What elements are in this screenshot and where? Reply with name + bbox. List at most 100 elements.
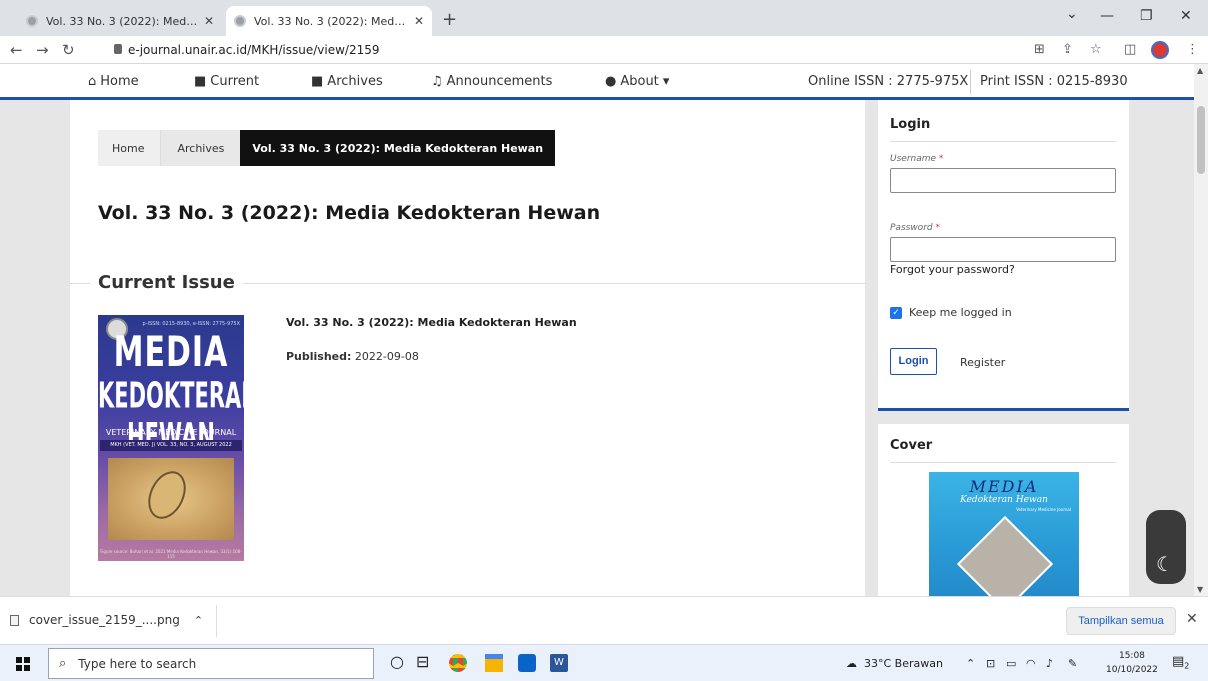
windows-taskbar: ⌕ Type here to search ○ ⊟ W ☁ 33°C Beraw… bbox=[0, 644, 1208, 681]
published-date: Published: 2022-09-08 bbox=[286, 350, 419, 363]
weather-text[interactable]: 33°C Berawan bbox=[864, 657, 943, 670]
close-tab-icon[interactable]: ✕ bbox=[414, 14, 424, 28]
dark-mode-toggle[interactable]: ☾ bbox=[1146, 510, 1186, 584]
nav-archives[interactable]: ■ Archives bbox=[311, 74, 383, 89]
cover-title: MEDIA bbox=[113, 328, 229, 377]
issn-divider bbox=[970, 70, 971, 94]
issue-link[interactable]: Vol. 33 No. 3 (2022): Media Kedokteran H… bbox=[286, 316, 577, 329]
cover-heading: Cover bbox=[890, 438, 933, 453]
side-panel-icon[interactable]: ◫ bbox=[1124, 42, 1136, 57]
page-title: Vol. 33 No. 3 (2022): Media Kedokteran H… bbox=[98, 202, 601, 224]
close-tab-icon[interactable]: ✕ bbox=[204, 14, 214, 28]
chrome-icon[interactable] bbox=[449, 654, 467, 672]
bookmark-star-icon[interactable]: ☆ bbox=[1090, 42, 1102, 57]
taskbar-search[interactable]: ⌕ Type here to search bbox=[48, 648, 374, 679]
word-icon[interactable]: W bbox=[550, 654, 568, 672]
download-filename: cover_issue_2159_....png bbox=[29, 613, 180, 627]
issue-cover-image[interactable]: p-ISSN: 0215-8930, e-ISSN: 2775-975X MED… bbox=[98, 315, 244, 561]
moon-icon: ☾ bbox=[1156, 552, 1174, 576]
chevron-up-icon[interactable]: ⌃ bbox=[194, 614, 203, 627]
breadcrumb-current: Vol. 33 No. 3 (2022): Media Kedokteran H… bbox=[240, 130, 556, 166]
sidebar-cover-title: MEDIA bbox=[969, 477, 1039, 496]
download-item[interactable]: cover_issue_2159_....png ⌃ bbox=[10, 613, 203, 627]
cortana-icon[interactable]: ○ bbox=[390, 652, 408, 671]
system-clock[interactable]: 15:08 10/10/2022 bbox=[1106, 649, 1158, 677]
volume-icon[interactable]: ♪ bbox=[1046, 657, 1053, 670]
task-view-icon[interactable]: ⊟ bbox=[416, 652, 434, 671]
online-issn: Online ISSN : 2775-975X bbox=[808, 74, 969, 89]
share-icon[interactable]: ⇪ bbox=[1062, 42, 1073, 57]
weather-icon[interactable]: ☁ bbox=[846, 657, 857, 670]
reload-icon[interactable]: ↻ bbox=[62, 41, 75, 59]
book-icon: ■ bbox=[194, 74, 207, 89]
tray-chevron-icon[interactable]: ⌃ bbox=[966, 657, 975, 670]
new-tab-icon[interactable]: + bbox=[442, 9, 457, 30]
register-link[interactable]: Register bbox=[960, 356, 1005, 369]
file-explorer-icon[interactable] bbox=[485, 654, 503, 672]
close-download-bar-icon[interactable]: ✕ bbox=[1186, 611, 1198, 627]
cover-tagline: VETERINARY MEDICINE JOURNAL bbox=[105, 428, 237, 437]
lock-icon bbox=[114, 44, 122, 54]
page-content: Home Archives Vol. 33 No. 3 (2022): Medi… bbox=[0, 100, 1194, 596]
address-bar: ← → ↻ e-journal.unair.ac.id/MKH/issue/vi… bbox=[0, 36, 1208, 64]
breadcrumb-archives[interactable]: Archives bbox=[160, 130, 241, 166]
download-divider bbox=[216, 605, 217, 637]
forgot-password-link[interactable]: Forgot your password? bbox=[890, 263, 1015, 276]
login-button[interactable]: Login bbox=[890, 348, 937, 375]
file-icon bbox=[10, 614, 19, 626]
keep-logged-in-checkbox[interactable]: ✓ Keep me logged in bbox=[890, 306, 1012, 319]
maximize-icon[interactable]: ❐ bbox=[1140, 8, 1153, 24]
cover-divider bbox=[890, 462, 1116, 463]
section-heading: Current Issue bbox=[90, 272, 243, 293]
search-icon: ⌕ bbox=[59, 656, 67, 671]
scroll-up-icon[interactable]: ▲ bbox=[1197, 66, 1203, 75]
mail-icon[interactable] bbox=[518, 654, 536, 672]
tab-search-chevron-icon[interactable]: ⌄ bbox=[1066, 6, 1078, 22]
forward-arrow-icon[interactable]: → bbox=[36, 41, 49, 59]
nav-about[interactable]: ● About ▾ bbox=[605, 74, 669, 89]
login-block: Login Username * Password * Forgot your … bbox=[878, 100, 1129, 411]
browser-tab-2-active[interactable]: Vol. 33 No. 3 (2022): Media Kedokteran H… bbox=[226, 6, 432, 36]
site-favicon-icon bbox=[26, 15, 38, 27]
scrollbar-thumb[interactable] bbox=[1197, 106, 1205, 174]
breadcrumb-home[interactable]: Home bbox=[98, 130, 161, 166]
sidebar-cover-diamond bbox=[956, 515, 1054, 596]
parasite-egg-shape bbox=[141, 465, 193, 525]
pen-icon[interactable]: ✎ bbox=[1068, 657, 1077, 670]
browser-menu-icon[interactable]: ⋮ bbox=[1186, 42, 1199, 57]
sidebar-cover-tagline: Veterinary Medicine Journal bbox=[1016, 507, 1071, 512]
cover-micrograph bbox=[108, 458, 234, 540]
print-issn: Print ISSN : 0215-8930 bbox=[980, 74, 1128, 89]
password-input[interactable] bbox=[890, 237, 1116, 262]
translate-icon[interactable]: ⊞ bbox=[1034, 42, 1045, 57]
show-all-downloads-button[interactable]: Tampilkan semua bbox=[1066, 607, 1176, 635]
network-icon[interactable]: ▭ bbox=[1006, 657, 1016, 670]
scroll-down-icon[interactable]: ▼ bbox=[1197, 585, 1203, 594]
nav-current[interactable]: ■ Current bbox=[194, 74, 259, 89]
minimize-icon[interactable]: — bbox=[1100, 8, 1114, 24]
nav-home[interactable]: ⌂ Home bbox=[88, 74, 139, 89]
notification-icon[interactable]: ▤2 bbox=[1172, 654, 1189, 671]
url-field[interactable]: e-journal.unair.ac.id/MKH/issue/view/215… bbox=[128, 43, 380, 57]
username-input[interactable] bbox=[890, 168, 1116, 193]
window-close-icon[interactable]: ✕ bbox=[1180, 8, 1192, 24]
login-heading: Login bbox=[890, 117, 931, 132]
back-arrow-icon[interactable]: ← bbox=[10, 41, 23, 59]
browser-tab-1[interactable]: Vol. 33 No. 3 (2022): Media Kedokteran H… bbox=[18, 6, 222, 36]
site-navigation: ⌂ Home ■ Current ■ Archives ♫ Announcements … bbox=[0, 64, 1194, 100]
info-icon: ● bbox=[605, 74, 617, 89]
windows-start-icon[interactable] bbox=[16, 657, 30, 671]
sidebar-cover-image[interactable]: MEDIA Kedokteran Hewan Veterinary Medici… bbox=[929, 472, 1079, 596]
page-scrollbar[interactable]: ▲ ▼ bbox=[1194, 64, 1208, 596]
cover-issn-text: p-ISSN: 0215-8930, e-ISSN: 2775-975X bbox=[142, 321, 240, 327]
nav-announcements[interactable]: ♫ Announcements bbox=[431, 74, 552, 89]
password-label: Password * bbox=[890, 223, 940, 233]
profile-avatar[interactable] bbox=[1151, 41, 1169, 59]
tray-app-icon[interactable]: ⊡ bbox=[986, 657, 995, 670]
search-placeholder: Type here to search bbox=[78, 656, 197, 671]
sidebar-cover-subtitle: Kedokteran Hewan bbox=[960, 495, 1048, 505]
home-icon: ⌂ bbox=[88, 74, 97, 89]
archive-icon: ■ bbox=[311, 74, 324, 89]
cover-volume-band: MKH (VET. MED. J) VOL. 33, NO. 3, AUGUST… bbox=[100, 440, 242, 451]
wifi-icon[interactable]: ◠ bbox=[1026, 657, 1036, 670]
